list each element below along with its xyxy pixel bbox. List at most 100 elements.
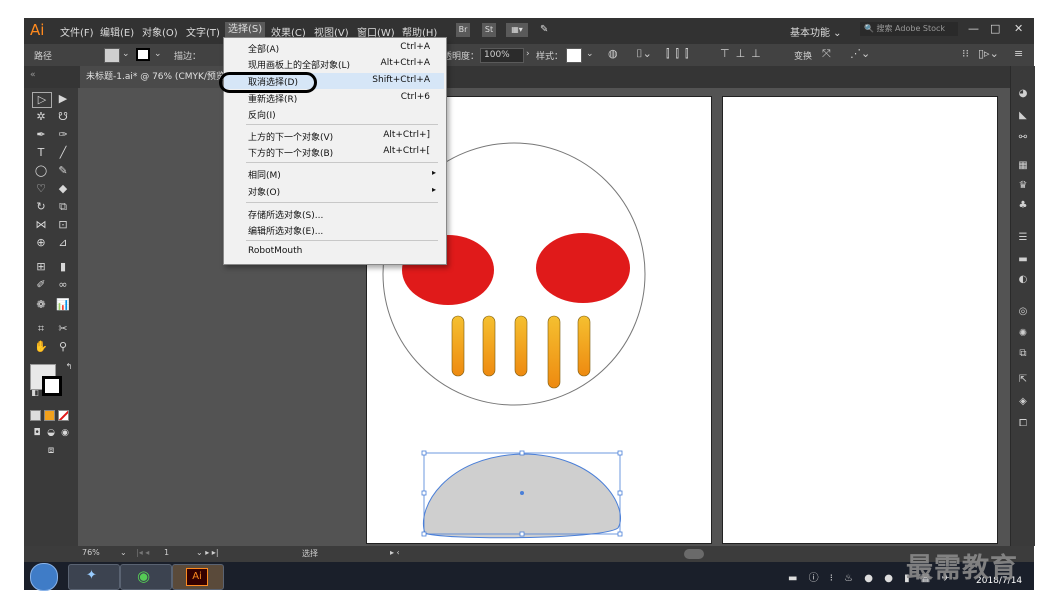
graphic-styles-icon[interactable]: ✺ <box>1016 328 1030 340</box>
scale-tool-icon[interactable]: ⧉ <box>54 200 72 214</box>
mesh-tool-icon[interactable]: ⊞ <box>32 260 50 274</box>
line-tool-icon[interactable]: ╱ <box>54 146 72 160</box>
export-icon[interactable]: ⇱ <box>1016 374 1030 386</box>
first-artboard-icon[interactable]: |◂ ◂ <box>136 548 149 557</box>
arrange-documents-icon[interactable]: ▦▾ <box>506 23 528 37</box>
selection-handle[interactable] <box>617 490 623 496</box>
menu-item-saved-robotmouth[interactable]: RobotMouth <box>224 244 444 260</box>
selection-handle[interactable] <box>617 531 623 537</box>
paintbrush-tool-icon[interactable]: ✎ <box>54 164 72 178</box>
arrange-icon[interactable]: ⁝⁝ <box>962 47 969 60</box>
selection-handle[interactable] <box>421 450 427 456</box>
shape-builder-tool-icon[interactable]: ⊕ <box>32 236 50 250</box>
robot-face-artwork[interactable] <box>78 88 1010 546</box>
opacity-input[interactable]: 100% <box>480 48 524 63</box>
screen-mode-icon[interactable]: ⧈ <box>42 444 60 458</box>
tooth[interactable] <box>451 315 465 377</box>
windows-start-icon[interactable] <box>30 563 58 591</box>
search-stock-input[interactable]: 🔍 搜索 Adobe Stock <box>860 22 958 36</box>
color-panel-icon[interactable]: ◣ <box>1016 110 1030 122</box>
transparency-panel-icon[interactable]: ◐ <box>1016 274 1030 286</box>
hand-tool-icon[interactable]: ✋ <box>32 340 50 354</box>
distribute-buttons-icon[interactable]: ⊤⊥⊥ <box>720 47 767 60</box>
stock-icon[interactable]: St <box>482 23 496 37</box>
column-graph-tool-icon[interactable]: 📊 <box>54 298 72 312</box>
taskbar-app-2[interactable]: ◉ <box>120 564 172 590</box>
menu-object[interactable]: 对象(O) <box>142 24 178 39</box>
menu-item-object[interactable]: 对象(O) ▸ <box>224 183 444 199</box>
tooth[interactable] <box>482 315 496 377</box>
gradient-tool-icon[interactable]: ▮ <box>54 260 72 274</box>
robot-mouth-shape[interactable] <box>423 453 621 539</box>
opacity-arrow-icon[interactable]: › <box>526 49 530 59</box>
artboard-tool-icon[interactable]: ⌗ <box>32 322 50 336</box>
eyedropper-tool-icon[interactable]: ✐ <box>32 278 50 292</box>
menu-edit[interactable]: 编辑(E) <box>100 24 134 39</box>
status-menu-arrow-icon[interactable]: ▸ ‹ <box>390 548 400 557</box>
zoom-tool-icon[interactable]: ⚲ <box>54 340 72 354</box>
bridge-icon[interactable]: Br <box>456 23 470 37</box>
menu-item-select-all[interactable]: 全部(A) Ctrl+A <box>224 40 444 56</box>
panel-options-icon[interactable]: ▯▹⌄ <box>978 47 999 60</box>
layers-panel-icon[interactable]: ◈ <box>1016 396 1030 408</box>
color-picker-icon[interactable]: ⚯ <box>1016 132 1030 144</box>
symbols-icon[interactable]: ♣ <box>1016 200 1030 212</box>
isolate-icon[interactable]: ⤧ <box>822 47 831 61</box>
symbol-sprayer-tool-icon[interactable]: ❁ <box>32 298 50 312</box>
align-buttons-icon[interactable]: ⫿⫿⫿ <box>666 47 695 61</box>
gradient-mode-icon[interactable] <box>44 410 55 421</box>
menu-select[interactable]: 选择(S) <box>225 22 266 38</box>
ellipse-tool-icon[interactable]: ◯ <box>32 164 50 178</box>
direct-selection-tool-icon[interactable]: ▶ <box>54 92 72 106</box>
curvature-tool-icon[interactable]: ✑ <box>54 128 72 142</box>
lasso-tool-icon[interactable]: ☋ <box>54 110 72 124</box>
taskbar-app-1[interactable]: ✦ <box>68 564 120 590</box>
layers-alt-icon[interactable]: ⧉ <box>1016 348 1030 360</box>
tooth[interactable] <box>547 315 561 389</box>
swap-fill-stroke-icon[interactable]: ↰ <box>60 360 78 374</box>
slice-tool-icon[interactable]: ✂ <box>54 322 72 336</box>
close-icon[interactable]: ✕ <box>1014 22 1023 35</box>
default-fill-stroke-icon[interactable]: ◧ <box>26 386 44 400</box>
style-swatch[interactable] <box>566 48 582 63</box>
style-dropdown-icon[interactable]: ⌄ <box>586 49 594 59</box>
gradient-panel-icon[interactable]: ▬ <box>1016 254 1030 266</box>
none-mode-icon[interactable] <box>58 410 69 421</box>
swatches-icon[interactable]: ▦ <box>1016 160 1030 172</box>
color-guide-icon[interactable]: ◕ <box>1016 88 1030 100</box>
appearance-panel-icon[interactable]: ◎ <box>1016 306 1030 318</box>
pen-tool-icon[interactable]: ✒ <box>32 128 50 142</box>
free-transform-tool-icon[interactable]: ⊡ <box>54 218 72 232</box>
tooth[interactable] <box>514 315 528 377</box>
menu-icon[interactable]: ≡ <box>1014 47 1023 60</box>
collapse-icon[interactable]: « <box>30 70 36 80</box>
selection-handle[interactable] <box>519 450 525 456</box>
selection-handle[interactable] <box>617 450 623 456</box>
artboard-number[interactable]: 1 <box>164 548 169 557</box>
selection-handle[interactable] <box>519 531 525 537</box>
brushes-icon[interactable]: ♛ <box>1016 180 1030 192</box>
eraser-tool-icon[interactable]: ◆ <box>54 182 72 196</box>
menu-item-edit-selection[interactable]: 编辑所选对象(E)... <box>224 222 444 238</box>
menu-item-same[interactable]: 相同(M) ▸ <box>224 166 444 182</box>
rotate-tool-icon[interactable]: ↻ <box>32 200 50 214</box>
menu-type[interactable]: 文字(T) <box>186 24 220 39</box>
stroke-dropdown-icon[interactable]: ⌄ <box>154 49 162 59</box>
workspace-switcher[interactable]: 基本功能 ⌄ <box>790 24 842 39</box>
menu-item-select-all-artboard[interactable]: 现用画板上的全部对象(L) Alt+Ctrl+A <box>224 56 444 72</box>
color-mode-icon[interactable] <box>30 410 41 421</box>
menu-item-next-object-below[interactable]: 下方的下一个对象(B) Alt+Ctrl+[ <box>224 144 444 160</box>
stroke-color-swatch[interactable] <box>136 48 150 61</box>
align-dropdown-icon[interactable]: ⌷⌄ <box>636 47 652 61</box>
menu-item-next-object-above[interactable]: 上方的下一个对象(V) Alt+Ctrl+] <box>224 128 444 144</box>
stroke-panel-icon[interactable]: ☰ <box>1016 232 1030 244</box>
stroke-color-box[interactable] <box>42 376 62 396</box>
selection-handle[interactable] <box>421 531 427 537</box>
fill-dropdown-icon[interactable]: ⌄ <box>122 49 130 59</box>
canvas-area[interactable] <box>78 88 1010 546</box>
recolor-icon[interactable]: ◍ <box>608 47 618 60</box>
artboard-dropdown-icon[interactable]: ⌄ ▸ ▸| <box>196 548 219 557</box>
tooth[interactable] <box>577 315 591 377</box>
right-eye[interactable] <box>536 233 630 303</box>
menu-file[interactable]: 文件(F) <box>60 24 94 39</box>
